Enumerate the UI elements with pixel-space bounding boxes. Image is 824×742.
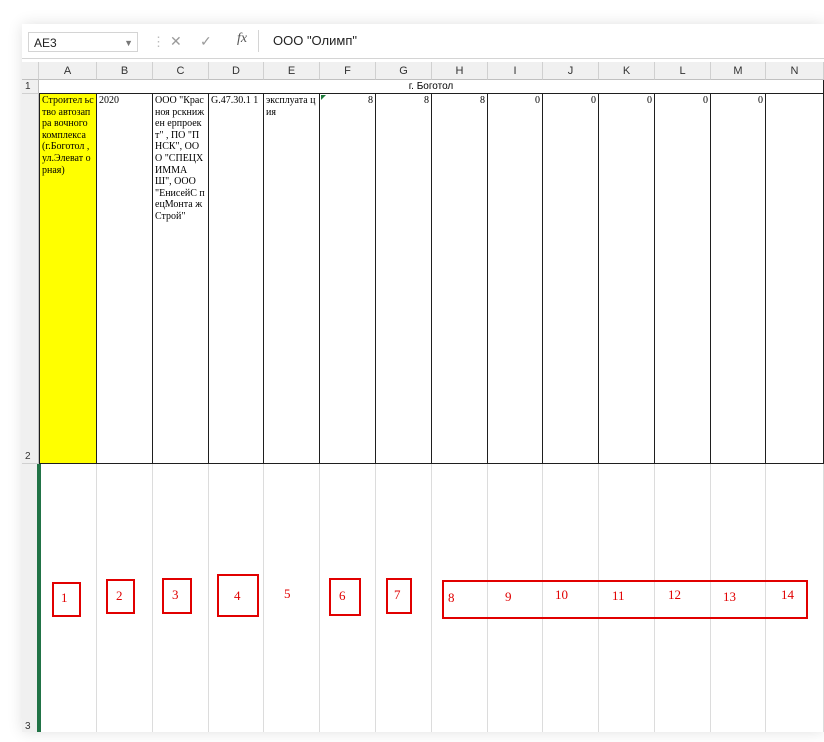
cell-e3[interactable] <box>264 464 320 732</box>
name-box-value: AE3 <box>34 36 57 50</box>
cell-d2[interactable]: G.47.30.1 1 <box>209 94 264 464</box>
column-header-j[interactable]: J <box>543 62 599 80</box>
annotation-label-6: 6 <box>339 588 346 603</box>
cell-k2[interactable]: 0 <box>599 94 655 464</box>
formula-input[interactable]: ООО "Олимп" <box>258 30 819 52</box>
column-header-d[interactable]: D <box>209 62 264 80</box>
row-header-3[interactable]: 3 <box>22 464 39 732</box>
select-all-corner[interactable] <box>22 62 39 80</box>
cell-c2[interactable]: ООО "Красноя рскнижен ерпроект" , ПО "ПН… <box>153 94 209 464</box>
annotation-label-12: 12 <box>668 587 681 602</box>
annotation-label-7: 7 <box>394 587 401 602</box>
annotation-label-1: 1 <box>61 590 68 605</box>
cell-m2[interactable]: 0 <box>711 94 766 464</box>
annotation-label-10: 10 <box>555 587 568 602</box>
chevron-down-icon[interactable]: ▼ <box>124 33 133 53</box>
column-header-a[interactable]: A <box>39 62 97 80</box>
cell-e2[interactable]: эксплуата ция <box>264 94 320 464</box>
annotation-label-9: 9 <box>505 589 512 604</box>
row-header-1[interactable]: 1 <box>22 80 39 94</box>
formula-content: ООО "Олимп" <box>273 33 357 48</box>
column-header-i[interactable]: I <box>488 62 543 80</box>
annotation-label-13: 13 <box>723 589 736 604</box>
selection-edge <box>39 464 41 732</box>
annotation-label-8: 8 <box>448 590 455 605</box>
spreadsheet-window: AE3 ▼ ⋮ ✕ ✓ fx ООО "Олимп" A B C D E F G… <box>22 24 824 732</box>
column-header-f[interactable]: F <box>320 62 376 80</box>
annotation-label-4: 4 <box>234 588 241 603</box>
column-header-e[interactable]: E <box>264 62 320 80</box>
merged-title-cell[interactable]: г. Боготол <box>39 80 824 94</box>
column-header-k[interactable]: K <box>599 62 655 80</box>
cell-n2[interactable] <box>766 94 824 464</box>
annotation-label-11: 11 <box>612 588 625 603</box>
annotation-label-14: 14 <box>781 587 794 602</box>
insert-function-icon[interactable]: fx <box>237 31 247 47</box>
error-indicator-icon <box>321 95 326 100</box>
cell-b2[interactable]: 2020 <box>97 94 153 464</box>
cell-h2[interactable]: 8 <box>432 94 488 464</box>
cell-j2[interactable]: 0 <box>543 94 599 464</box>
annotation-label-2: 2 <box>116 588 123 603</box>
name-box[interactable]: AE3 ▼ <box>28 32 138 52</box>
formula-bar: AE3 ▼ ⋮ ✕ ✓ fx ООО "Олимп" <box>22 24 824 59</box>
column-header-c[interactable]: C <box>153 62 209 80</box>
column-header-g[interactable]: G <box>376 62 432 80</box>
cancel-icon[interactable]: ✕ <box>170 32 182 50</box>
row-header-2[interactable]: 2 <box>22 94 39 464</box>
annotation-label-3: 3 <box>172 587 179 602</box>
annotation-box-8-14 <box>442 580 808 619</box>
column-header-h[interactable]: H <box>432 62 488 80</box>
annotation-label-5: 5 <box>284 586 291 601</box>
column-header-l[interactable]: L <box>655 62 711 80</box>
column-header-n[interactable]: N <box>766 62 824 80</box>
cell-f2[interactable]: 8 <box>320 94 376 464</box>
cell-i2[interactable]: 0 <box>488 94 543 464</box>
drag-handle-icon[interactable]: ⋮ <box>152 34 165 50</box>
column-header-b[interactable]: B <box>97 62 153 80</box>
cell-a2[interactable]: Строител ьство автозапра вочного комплек… <box>39 94 97 464</box>
column-header-m[interactable]: M <box>711 62 766 80</box>
cell-l2[interactable]: 0 <box>655 94 711 464</box>
enter-check-icon[interactable]: ✓ <box>200 32 212 50</box>
cell-g2[interactable]: 8 <box>376 94 432 464</box>
